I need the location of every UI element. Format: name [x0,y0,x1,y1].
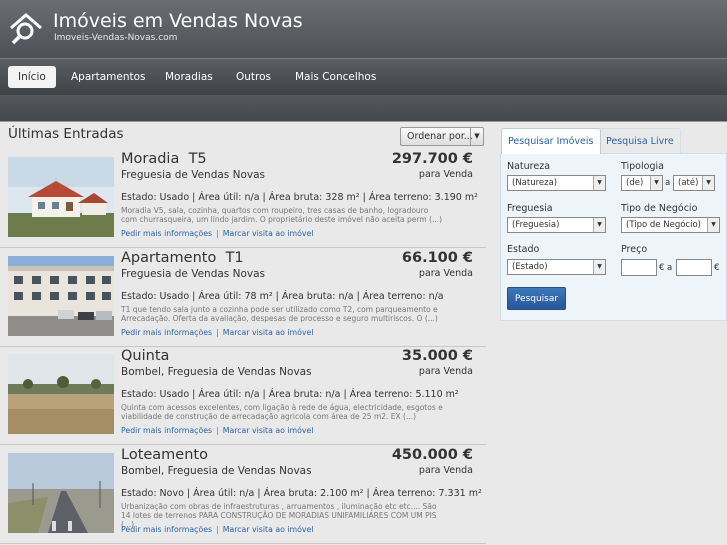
link-separator: | [216,328,219,337]
search-panel: Pesquisar Imóveis Pesquisa Livre Naturez… [500,128,727,322]
listing-specs: Estado: Usado | Área útil: n/a | Área br… [121,192,478,203]
freguesia-select[interactable]: (Freguesia) ▼ [507,217,606,233]
sort-label: Ordenar por... [407,131,473,142]
section-title: Últimas Entradas [8,126,124,142]
tipologia-to-value: (até) [678,178,699,188]
listing-deal-type: para Venda [418,465,473,476]
freguesia-value: (Freguesia) [512,220,560,230]
schedule-visit-link[interactable]: Marcar visita ao imóvel [223,328,314,337]
listing-location: Freguesia de Vendas Novas [121,169,266,181]
listing-location: Freguesia de Vendas Novas [121,268,266,280]
natureza-label: Natureza [507,161,551,172]
listing-title[interactable]: Apartamento T1 [121,250,244,266]
nav-item-mais-concelhos[interactable]: Mais Concelhos [285,66,386,88]
listing-item: Quinta Bombel, Freguesia de Vendas Novas… [0,347,486,445]
tipo-negocio-select[interactable]: (Tipo de Negócio) ▼ [621,217,720,233]
natureza-value: (Natureza) [512,178,558,188]
listing-description: T1 que tendo sala junto a cozinha pode s… [121,305,438,323]
schedule-visit-link[interactable]: Marcar visita ao imóvel [223,426,314,435]
nav-item-inicio[interactable]: Início [8,66,56,88]
search-button[interactable]: Pesquisar [507,287,566,310]
preco-max-input[interactable] [676,259,712,276]
preco-separator: a [667,263,673,273]
link-separator: | [216,229,219,238]
listing-photo[interactable] [8,453,114,533]
tipologia-separator: a [665,178,671,188]
tab-pesquisar-imoveis[interactable]: Pesquisar Imóveis [501,128,601,154]
tipologia-label: Tipologia [621,161,664,172]
tipo-negocio-value: (Tipo de Negócio) [626,220,701,230]
site-header: Imóveis em Vendas Novas Imoveis-Vendas-N… [0,0,727,58]
listing-location: Bombel, Freguesia de Vendas Novas [121,366,312,378]
estado-label: Estado [507,244,540,255]
listing-specs: Estado: Novo | Área útil: n/a | Área bru… [121,488,482,499]
request-info-link[interactable]: Pedir mais informações [121,328,212,337]
listing-price: 450.000 € [391,447,473,463]
house-search-icon[interactable] [8,10,44,46]
schedule-visit-link[interactable]: Marcar visita ao imóvel [223,525,314,534]
tab-pesquisa-livre[interactable]: Pesquisa Livre [599,128,681,153]
schedule-visit-link[interactable]: Marcar visita ao imóvel [223,229,314,238]
listing-photo[interactable] [8,256,114,336]
nav-item-moradias[interactable]: Moradias [155,66,223,88]
request-info-link[interactable]: Pedir mais informações [121,426,212,435]
estado-value: (Estado) [512,262,548,272]
preco-currency-max: € [714,263,720,273]
chevron-down-icon: ▼ [470,128,483,145]
listing-links: Pedir mais informações | Marcar visita ao … [121,525,313,534]
tipologia-from-select[interactable]: (de) ▼ [621,175,663,191]
chevron-down-icon: ▼ [707,218,719,232]
listing-description: Quinta com acessos excelentes, com ligaç… [121,403,443,421]
listing-deal-type: para Venda [418,366,473,377]
chevron-down-icon: ▼ [702,176,714,190]
listing-item: Moradia T5 Freguesia de Vendas Novas 297… [0,150,486,248]
listing-title[interactable]: Loteamento [121,447,208,463]
listing-specs: Estado: Usado | Área útil: n/a | Área br… [121,389,459,400]
nav-item-apartamentos[interactable]: Apartamentos [61,66,156,88]
listing-price: 297.700 € [391,151,473,167]
listing-photo[interactable] [8,157,114,237]
listing-links: Pedir mais informações | Marcar visita ao … [121,426,313,435]
listing-deal-type: para Venda [418,268,473,279]
natureza-select[interactable]: (Natureza) ▼ [507,175,606,191]
listing-deal-type: para Venda [418,169,473,180]
tipologia-to-select[interactable]: (até) ▼ [673,175,715,191]
listing-links: Pedir mais informações | Marcar visita ao … [121,328,313,337]
tipologia-from-value: (de) [626,178,644,188]
listing-description: Moradia V5, sala, cozinha, quartos com r… [121,206,443,224]
header-band [0,95,727,122]
listing-item: Apartamento T1 Freguesia de Vendas Novas… [0,249,486,347]
nav-item-outros[interactable]: Outros [226,66,281,88]
listing-item: Loteamento Bombel, Freguesia de Vendas N… [0,446,486,544]
listing-title[interactable]: Quinta [121,348,169,364]
main-nav: Início Apartamentos Moradias Outros Mais… [0,58,727,95]
preco-min-input[interactable] [621,259,657,276]
estado-select[interactable]: (Estado) ▼ [507,259,606,275]
site-subtitle: Imoveis-Vendas-Novas.com [54,33,178,43]
request-info-link[interactable]: Pedir mais informações [121,229,212,238]
listing-price: 66.100 € [401,250,473,266]
chevron-down-icon: ▼ [593,260,605,274]
request-info-link[interactable]: Pedir mais informações [121,525,212,534]
listing-title[interactable]: Moradia T5 [121,151,207,167]
link-separator: | [216,525,219,534]
listing-location: Bombel, Freguesia de Vendas Novas [121,465,312,477]
search-form: Natureza (Natureza) ▼ Tipologia (de) ▼ a… [500,153,727,321]
listing-specs: Estado: Usado | Área útil: 78 m² | Área … [121,291,444,302]
tipo-negocio-label: Tipo de Negócio [621,203,698,214]
preco-label: Preço [621,244,648,255]
freguesia-label: Freguesia [507,203,553,214]
link-separator: | [216,426,219,435]
preco-currency: € [659,263,665,273]
listing-links: Pedir mais informações | Marcar visita ao … [121,229,313,238]
listing-price: 35.000 € [401,348,473,364]
site-title[interactable]: Imóveis em Vendas Novas [53,10,303,32]
chevron-down-icon: ▼ [593,218,605,232]
chevron-down-icon: ▼ [650,176,662,190]
chevron-down-icon: ▼ [593,176,605,190]
sort-dropdown[interactable]: Ordenar por... ▼ [400,127,484,146]
listing-photo[interactable] [8,354,114,434]
